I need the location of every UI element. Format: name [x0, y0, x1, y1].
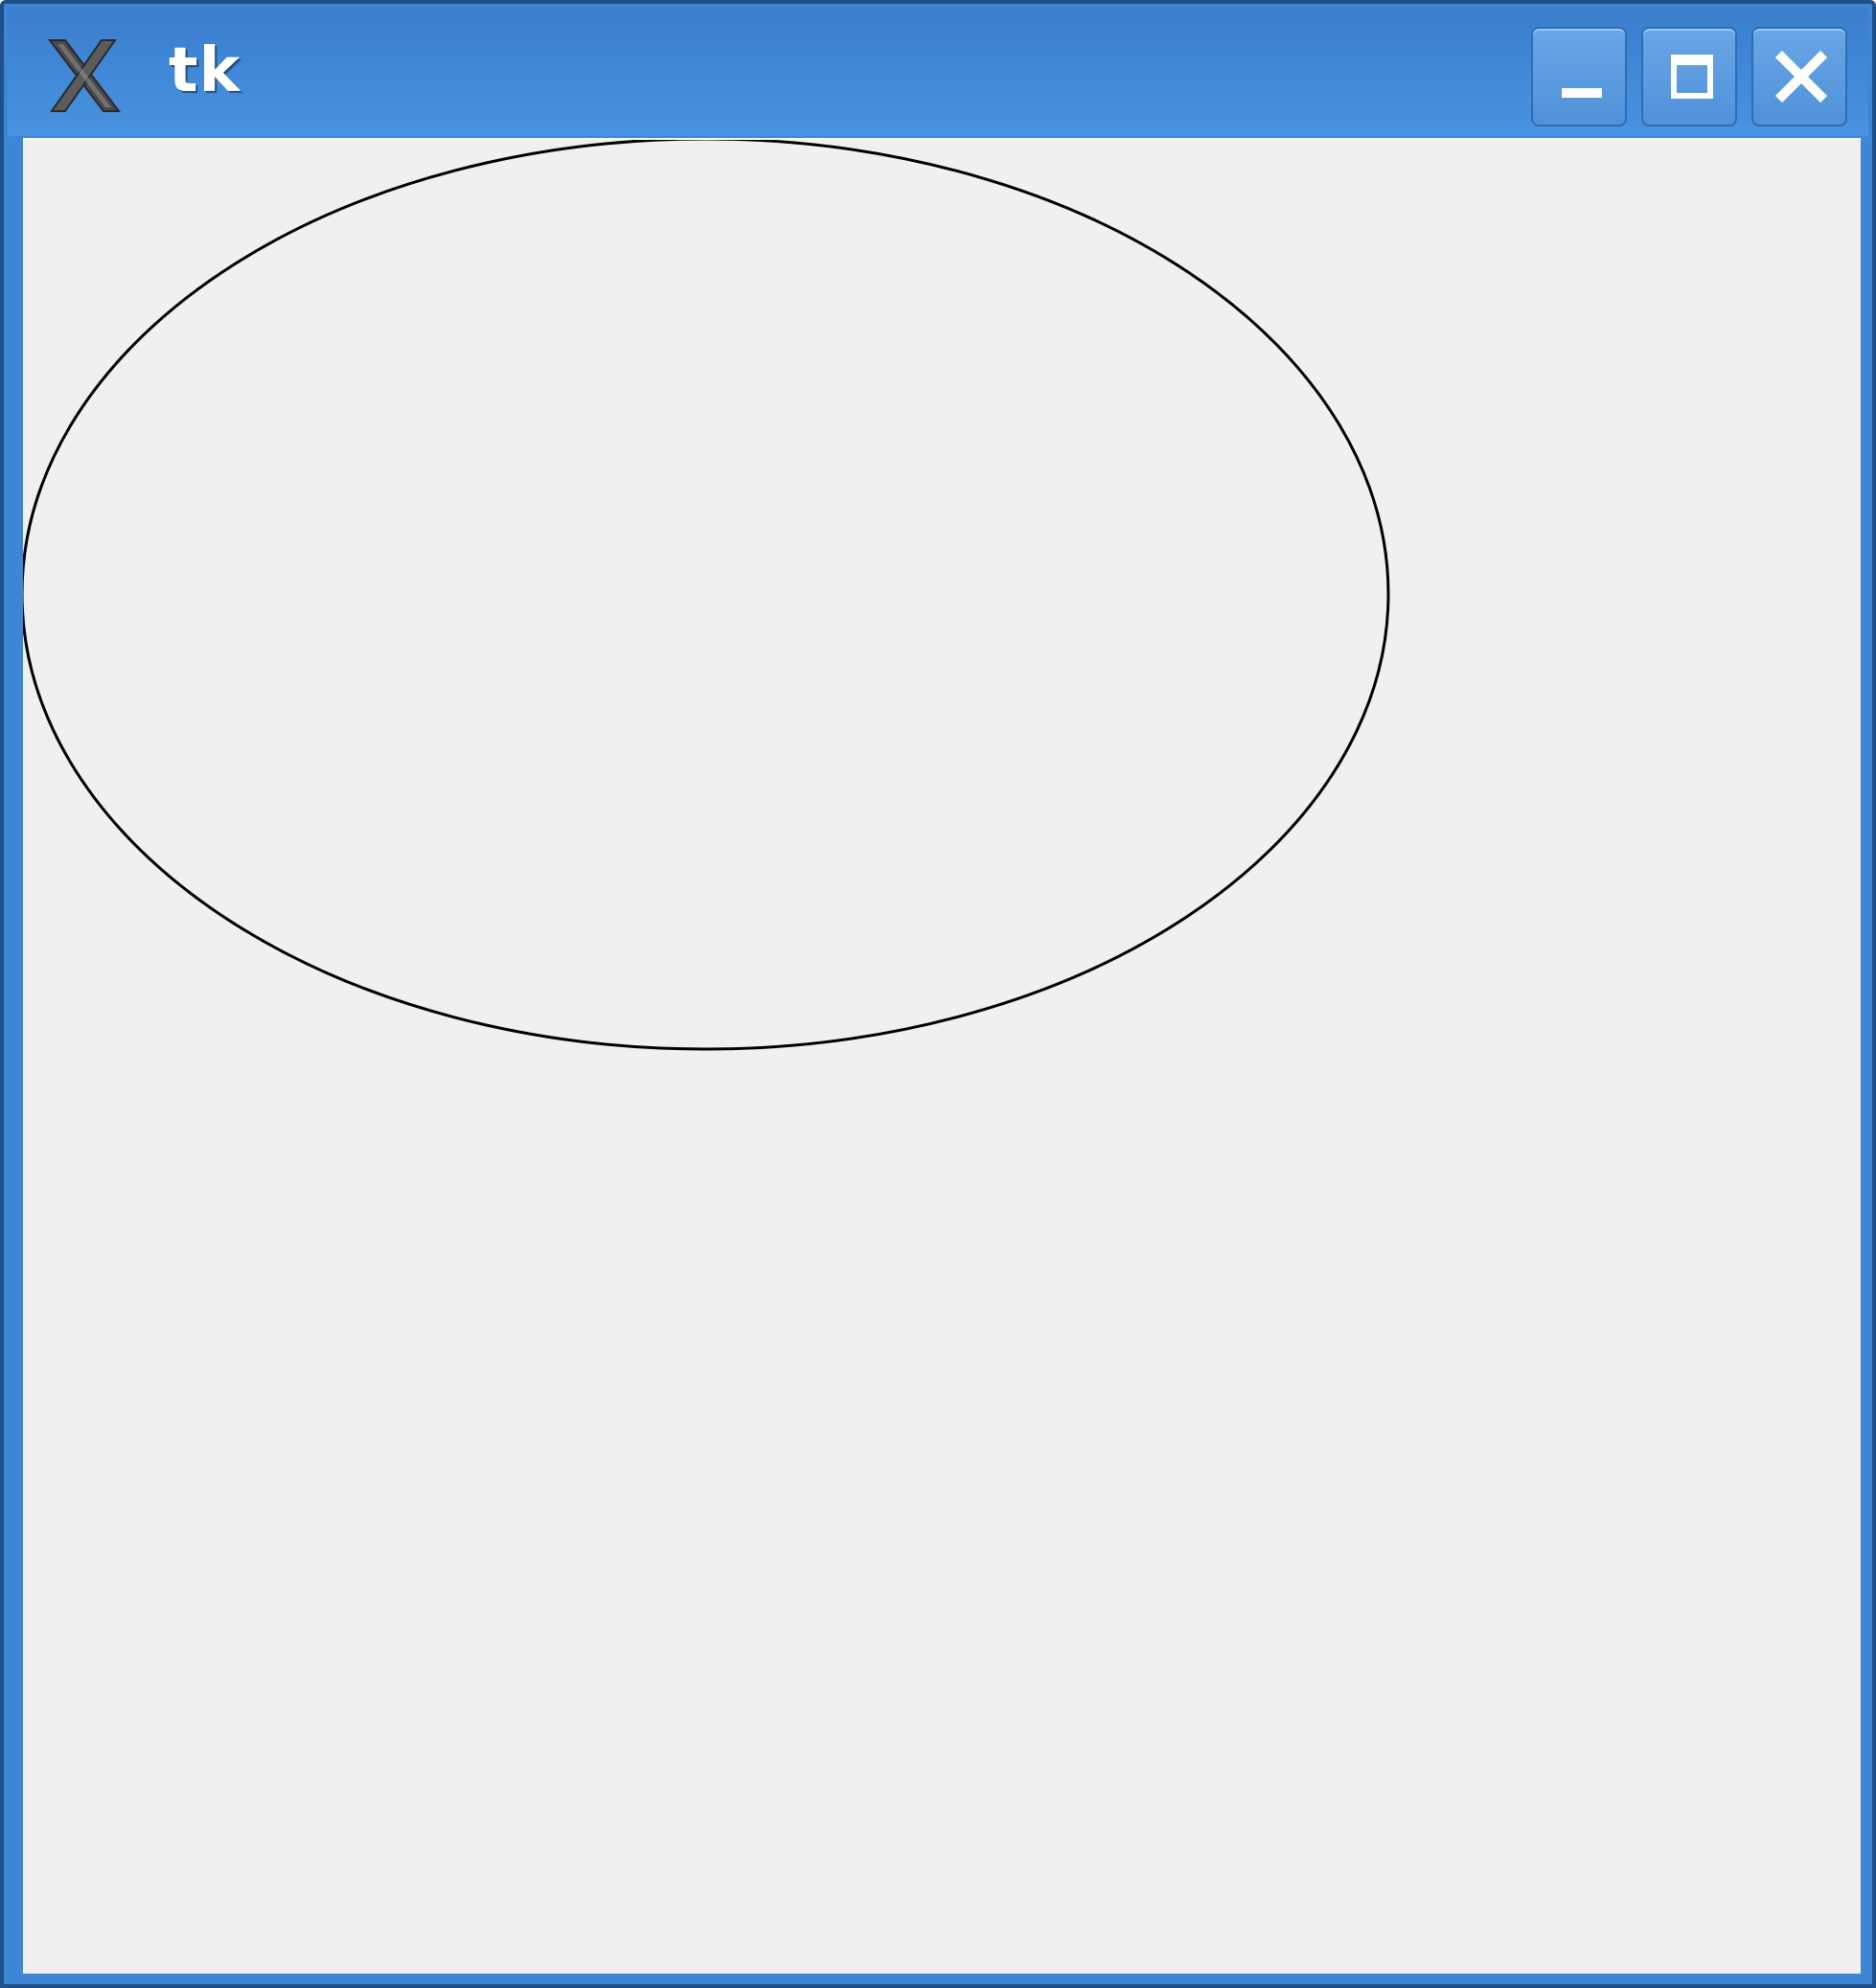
x-window-icon[interactable]	[44, 36, 125, 115]
close-button[interactable]	[1751, 27, 1847, 126]
minimize-button[interactable]	[1531, 27, 1627, 126]
close-icon	[1774, 50, 1828, 103]
maximize-icon	[1671, 55, 1713, 99]
oval-shape	[23, 140, 1390, 1051]
window-title: tk	[169, 35, 241, 106]
app-window: tk	[0, 0, 1876, 1988]
minimize-icon	[1562, 88, 1602, 98]
tk-canvas[interactable]	[23, 138, 1861, 1974]
canvas-drawing	[23, 140, 1390, 1051]
maximize-button[interactable]	[1641, 27, 1737, 126]
title-bar[interactable]: tk	[8, 8, 1868, 136]
